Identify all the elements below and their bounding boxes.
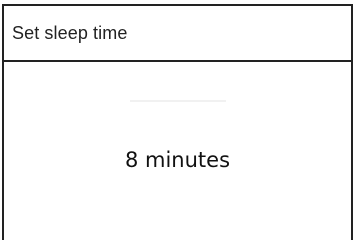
set-sleep-time-dialog: Set sleep time 8 minutes <box>2 4 353 240</box>
sleep-time-value-display[interactable]: 8 minutes <box>4 98 351 172</box>
dialog-title-bar: Set sleep time <box>4 6 351 62</box>
dialog-title: Set sleep time <box>12 22 128 43</box>
sleep-time-value: 8 minutes <box>124 148 231 172</box>
dialog-body: 8 minutes <box>4 62 351 240</box>
